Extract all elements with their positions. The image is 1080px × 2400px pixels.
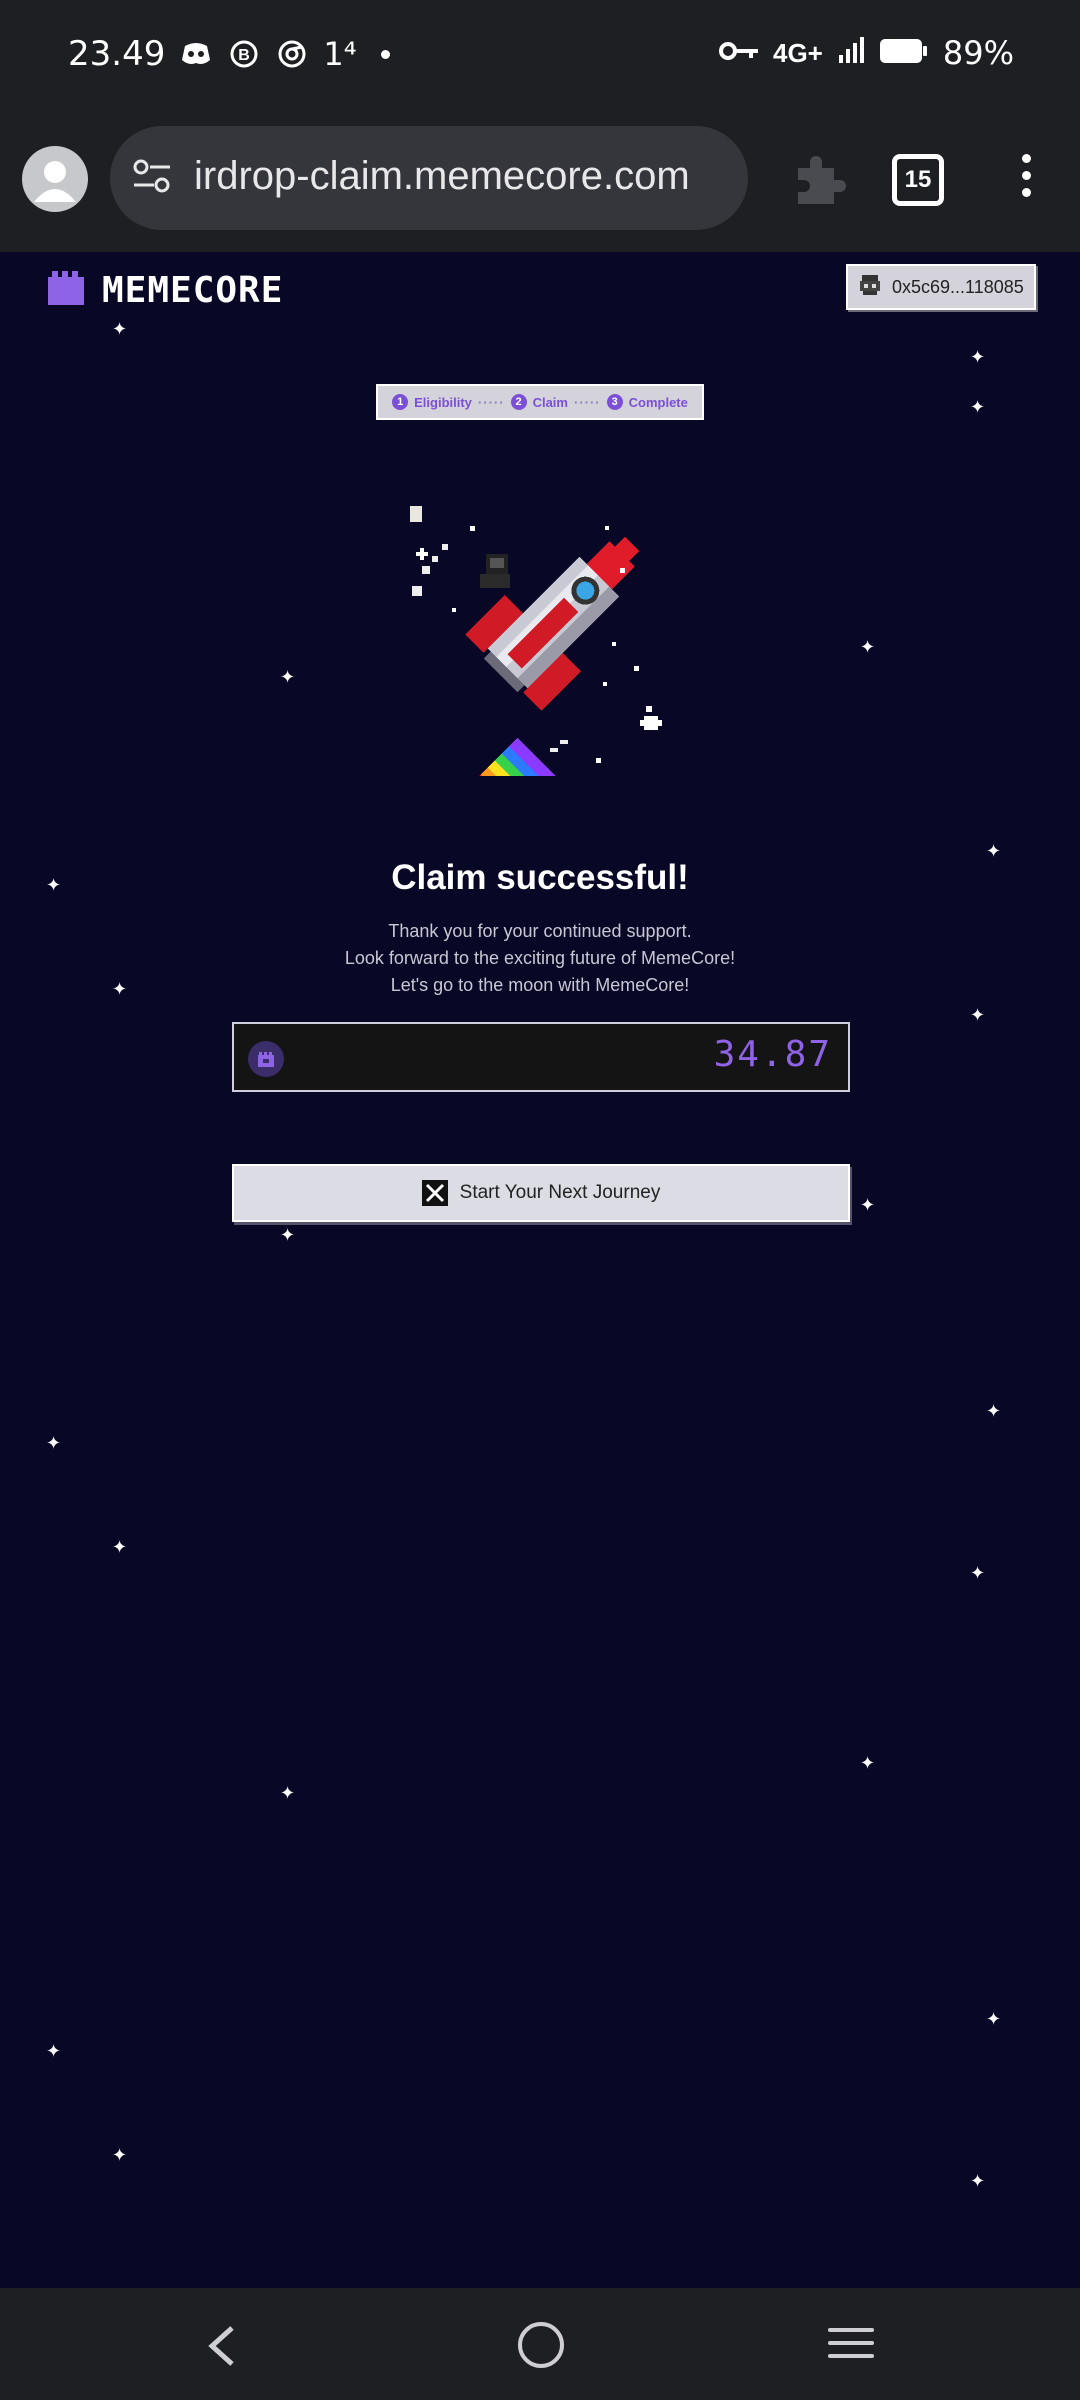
rocket-illustration: [410, 506, 662, 776]
claimed-amount: 34.87: [713, 1034, 832, 1075]
star-decoration: ✦: [970, 1563, 986, 1583]
tab-switcher-button[interactable]: 15: [892, 154, 944, 206]
profile-avatar[interactable]: [22, 146, 88, 212]
star-decoration: ✦: [970, 397, 986, 417]
status-time: 23.49: [68, 34, 166, 74]
key-icon: [719, 40, 759, 67]
star-decoration: ✦: [970, 347, 986, 367]
start-next-journey-button[interactable]: Start Your Next Journey: [232, 1164, 850, 1222]
battery-percent: 89%: [942, 34, 1014, 72]
step-2-number: 2: [510, 394, 527, 410]
home-icon[interactable]: [518, 2322, 564, 2368]
star-decoration: ✦: [860, 1195, 876, 1215]
address-bar[interactable]: irdrop-claim.memecore.com: [110, 126, 748, 230]
chrome-icon: [275, 37, 309, 71]
logo-text: MEMECORE: [102, 270, 284, 311]
site-settings-icon[interactable]: [132, 158, 172, 199]
discord-icon: [179, 37, 213, 71]
memecore-logo[interactable]: MEMECORE: [48, 270, 283, 311]
success-line-3: Let's go to the moon with MemeCore!: [390, 975, 690, 995]
dot-icon: [380, 49, 390, 59]
back-icon[interactable]: [204, 2324, 240, 2373]
wallet-address-button[interactable]: 0x5c69...118085: [846, 264, 1036, 310]
star-decoration: ✦: [280, 667, 296, 687]
success-line-2: Look forward to the exciting future of M…: [344, 948, 736, 968]
x-logo-icon: [421, 1180, 448, 1206]
star-decoration: ✦: [46, 2041, 62, 2061]
url-text: irdrop-claim.memecore.com: [194, 154, 690, 198]
star-decoration: ✦: [986, 2009, 1002, 2029]
star-decoration: ✦: [112, 319, 128, 339]
extensions-icon[interactable]: [790, 152, 846, 213]
star-decoration: ✦: [860, 1753, 876, 1773]
b-circle-icon: B: [227, 37, 261, 71]
step-3-label: Complete: [628, 394, 688, 410]
star-decoration: ✦: [860, 637, 876, 657]
step-separator: ·····: [477, 394, 505, 410]
battery-icon: [879, 37, 929, 70]
success-title: Claim successful!: [391, 858, 689, 897]
browser-toolbar: irdrop-claim.memecore.com 15: [0, 118, 1080, 252]
step-3-number: 3: [606, 394, 623, 410]
star-decoration: ✦: [970, 1005, 986, 1025]
star-decoration: ✦: [112, 1537, 128, 1557]
star-decoration: ✦: [280, 1225, 296, 1245]
journey-button-label: Start Your Next Journey: [459, 1182, 661, 1203]
notification-badge: 1⁴: [323, 35, 357, 73]
step-separator: ·····: [573, 394, 601, 410]
svg-text:B: B: [239, 47, 251, 64]
step-2-label: Claim: [532, 394, 568, 410]
claimed-amount-box: 34.87: [232, 1022, 850, 1092]
web-page: ✦ ✦ ✦ ✦ ✦ ✦ ✦ ✦ ✦ ✦ ✦ ✦ ✦ ✦ ✦ ✦ ✦ ✦ ✦ ✦ …: [0, 252, 1080, 2288]
star-decoration: ✦: [970, 2171, 986, 2191]
system-navigation-bar: [0, 2288, 1080, 2400]
recents-icon[interactable]: [828, 2328, 874, 2367]
star-decoration: ✦: [112, 2145, 128, 2165]
wallet-avatar-icon: [858, 273, 882, 302]
success-line-1: Thank you for your continued support.: [388, 921, 692, 941]
progress-stepper: 1 Eligibility ····· 2 Claim ····· 3 Comp…: [376, 384, 704, 420]
network-type: 4G+: [773, 37, 823, 68]
step-1-label: Eligibility: [414, 394, 472, 410]
signal-icon: [837, 36, 865, 70]
star-decoration: ✦: [46, 1433, 62, 1453]
star-decoration: ✦: [280, 1783, 296, 1803]
star-decoration: ✦: [986, 1401, 1002, 1421]
overflow-menu-icon[interactable]: [1012, 154, 1040, 205]
status-bar: 23.49 B 1⁴ 4G+ 89%: [0, 0, 1080, 118]
memecore-logo-icon: [48, 270, 84, 305]
step-1-number: 1: [392, 394, 409, 410]
memecore-token-icon: [248, 1041, 284, 1077]
success-message: Thank you for your continued support. Lo…: [0, 918, 1080, 999]
wallet-address: 0x5c69...118085: [892, 276, 1024, 297]
